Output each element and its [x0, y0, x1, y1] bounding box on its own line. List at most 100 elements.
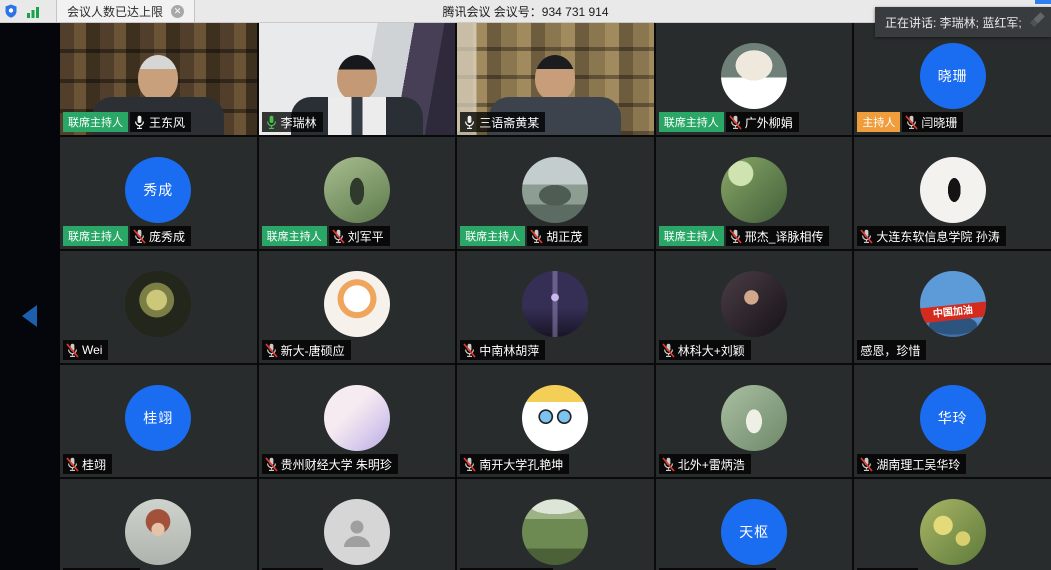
participant-namebar: 新大-唐硕应 — [262, 340, 351, 360]
participant-tile[interactable]: 联席主持人王东风 — [60, 23, 257, 135]
participant-name: 庞秀成 — [149, 228, 185, 245]
participant-tile[interactable]: 南开大学孔艳坤 — [457, 365, 654, 477]
participant-tile[interactable]: 李瑞林 — [259, 23, 456, 135]
participant-tile[interactable]: Wei — [60, 251, 257, 363]
host-badge: 主持人 — [857, 112, 900, 132]
cohost-badge: 联席主持人 — [460, 226, 525, 246]
participant-name: 胡正茂 — [546, 228, 582, 245]
participant-namebar: 南开大学孔艳坤 — [460, 454, 569, 474]
avatar-photo — [721, 43, 787, 109]
cohost-badge: 联席主持人 — [262, 226, 327, 246]
avatar-photo — [324, 385, 390, 451]
participant-namebar: 感恩，珍惜 — [857, 340, 926, 360]
mic-muted-icon — [729, 229, 742, 244]
speaking-toast-text: 正在讲话: 李瑞林; 蓝红军; — [875, 14, 1027, 31]
cohost-badge: 联席主持人 — [63, 226, 128, 246]
participant-tile[interactable]: 三语斋黄某 — [457, 23, 654, 135]
avatar-photo — [522, 385, 588, 451]
participant-name: 刘军平 — [348, 228, 384, 245]
participant-tile[interactable]: 华玲湖南理工吴华玲 — [854, 365, 1051, 477]
participant-tile[interactable]: 秀成联席主持人 庞秀成 — [60, 137, 257, 249]
notification-tab-label: 会议人数已达上限 — [67, 3, 163, 20]
mic-muted-icon — [66, 343, 79, 358]
security-shield-icon[interactable] — [0, 0, 22, 22]
participant-label: 新大-唐硕应 — [262, 340, 351, 360]
head-silhouette — [138, 55, 178, 101]
participant-name: 大连东软信息学院 孙涛 — [876, 228, 999, 245]
participant-label: 大连东软信息学院 孙涛 — [857, 226, 1005, 246]
pen-icon — [1027, 10, 1047, 35]
left-panel-strip — [0, 23, 60, 570]
avatar-initials: 秀成 — [125, 157, 191, 223]
participant-tile[interactable]: 薛海英 — [854, 479, 1051, 570]
participant-name: 邢杰_译脉相传 — [745, 228, 824, 245]
mic-muted-icon — [662, 457, 675, 472]
participant-tile[interactable]: 中南林胡萍 — [457, 251, 654, 363]
avatar-photo — [522, 499, 588, 565]
collapse-panel-arrow[interactable] — [22, 305, 37, 327]
participant-tile[interactable]: 北外+雷炳浩 — [656, 365, 853, 477]
notification-tab[interactable]: 会议人数已达上限 ✕ — [56, 0, 195, 22]
participant-tile[interactable]: 联席主持人广外柳娟 — [656, 23, 853, 135]
avatar-photo — [522, 271, 588, 337]
tencent-meeting-window: 会议人数已达上限 ✕ 腾讯会议 会议号：934 731 914 联席主持人王东风… — [0, 0, 1051, 570]
mic-muted-icon — [265, 457, 278, 472]
participant-tile[interactable]: 联席主持人 刘军平 — [259, 137, 456, 249]
avatar-photo: 中国加油 — [920, 271, 986, 337]
participant-namebar: 联席主持人 胡正茂 — [460, 226, 588, 246]
participant-tile[interactable]: 贵州财经大学 朱明珍 — [259, 365, 456, 477]
avatar-initials: 晓珊 — [920, 43, 986, 109]
participant-namebar: 三语斋黄某 — [460, 112, 545, 132]
participant-tile[interactable]: 大连东软信息学院 孙涛 — [854, 137, 1051, 249]
participant-name: 李瑞林 — [281, 114, 317, 131]
avatar-photo — [920, 499, 986, 565]
participant-tile[interactable]: 19MA赵嫣茹 — [457, 479, 654, 570]
participant-grid: 联席主持人王东风李瑞林三语斋黄某联席主持人广外柳娟晓珊主持人闫晓珊秀成联席主持人… — [60, 23, 1051, 570]
participant-namebar: 湖南理工吴华玲 — [857, 454, 966, 474]
participant-namebar: 联席主持人 庞秀成 — [63, 226, 191, 246]
participant-tile[interactable]: 温亚楠 — [259, 479, 456, 570]
participant-tile[interactable]: 天枢长春光华学院高天枢 — [656, 479, 853, 570]
titlebar-corner-accent — [1035, 0, 1051, 4]
participant-tile[interactable]: 广外-滕洁 — [60, 479, 257, 570]
participant-namebar: 林科大+刘颖 — [659, 340, 751, 360]
participant-tile[interactable]: 联席主持人 胡正茂 — [457, 137, 654, 249]
avatar-photo — [920, 157, 986, 223]
participant-name: 三语斋黄某 — [479, 114, 539, 131]
network-signal-icon[interactable] — [22, 0, 44, 22]
participant-tile[interactable]: 联席主持人邢杰_译脉相传 — [656, 137, 853, 249]
participant-namebar: 联席主持人王东风 — [63, 112, 191, 132]
participant-label: 南开大学孔艳坤 — [460, 454, 569, 474]
avatar-photo — [721, 271, 787, 337]
head-silhouette — [535, 55, 575, 101]
participant-namebar: 主持人闫晓珊 — [857, 112, 963, 132]
participant-label: 湖南理工吴华玲 — [857, 454, 966, 474]
participant-tile[interactable]: 林科大+刘颖 — [656, 251, 853, 363]
participant-tile[interactable]: 新大-唐硕应 — [259, 251, 456, 363]
participant-namebar: 联席主持人 刘军平 — [262, 226, 390, 246]
participant-tile[interactable]: 桂翊桂翊 — [60, 365, 257, 477]
participant-tile[interactable]: 晓珊主持人闫晓珊 — [854, 23, 1051, 135]
participant-name: 南开大学孔艳坤 — [479, 456, 563, 473]
avatar-default — [324, 499, 390, 565]
avatar-initials: 华玲 — [920, 385, 986, 451]
mic-on-icon — [463, 115, 476, 130]
participant-namebar: 联席主持人邢杰_译脉相传 — [659, 226, 830, 246]
mic-muted-icon — [662, 343, 675, 358]
avatar-photo — [125, 499, 191, 565]
mic-muted-icon — [265, 343, 278, 358]
mic-speaking-icon — [265, 115, 278, 130]
tab-close-icon[interactable]: ✕ — [171, 5, 184, 18]
participant-tile[interactable]: 中国加油感恩，珍惜 — [854, 251, 1051, 363]
participant-name: 新大-唐硕应 — [281, 342, 345, 359]
avatar-initials: 桂翊 — [125, 385, 191, 451]
avatar-banner-text: 中国加油 — [920, 301, 986, 324]
participant-name: 湖南理工吴华玲 — [876, 456, 960, 473]
avatar-photo — [522, 157, 588, 223]
participant-label: 庞秀成 — [130, 226, 191, 246]
mic-muted-icon — [463, 343, 476, 358]
avatar-photo — [324, 157, 390, 223]
mic-muted-icon — [860, 229, 873, 244]
participant-label: 刘军平 — [329, 226, 390, 246]
meeting-main: 联席主持人王东风李瑞林三语斋黄某联席主持人广外柳娟晓珊主持人闫晓珊秀成联席主持人… — [0, 23, 1051, 570]
